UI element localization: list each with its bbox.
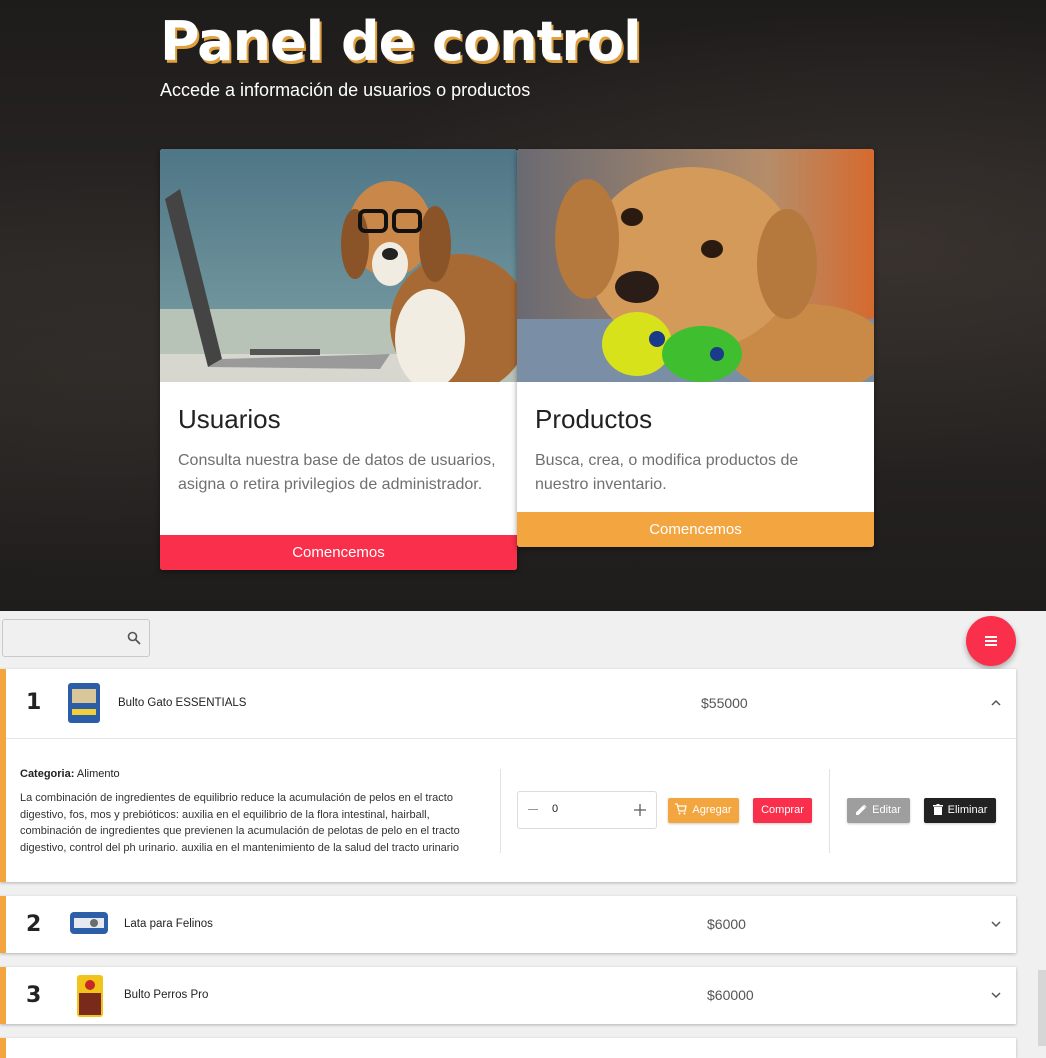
product-name: Lata para Felinos: [124, 918, 213, 930]
search-input[interactable]: [9, 628, 119, 648]
add-cart-icon: [675, 803, 688, 815]
plus-icon[interactable]: [634, 804, 646, 816]
product-detail: Categoria: Alimento La combinación de in…: [6, 738, 1016, 882]
pencil-icon: [856, 804, 867, 815]
minus-icon[interactable]: [528, 809, 538, 810]
search-box: [2, 619, 150, 657]
chevron-down-icon[interactable]: [990, 918, 1002, 930]
product-row: [0, 1038, 1016, 1058]
page-title: Panel de control: [160, 10, 642, 73]
product-number: 3: [26, 983, 42, 1008]
scrollbar[interactable]: [1038, 970, 1046, 1046]
product-thumbnail: [68, 683, 100, 723]
product-description: La combinación de ingredientes de equili…: [20, 792, 460, 854]
card-productos: Productos Busca, crea, o modifica produc…: [517, 149, 874, 547]
search-icon[interactable]: [127, 631, 141, 645]
product-row-header[interactable]: 1 Bulto Gato ESSENTIALS $55000: [6, 669, 1016, 738]
product-number: 1: [26, 690, 42, 715]
card-image-beagle: [160, 149, 517, 382]
card-title: Productos: [535, 404, 653, 434]
product-price: $55000: [701, 695, 748, 711]
menu-icon-line: [985, 644, 997, 646]
product-row-header[interactable]: 2 Lata para Felinos $6000: [6, 896, 1016, 953]
chevron-down-icon[interactable]: [990, 989, 1002, 1001]
edit-label: Editar: [872, 804, 901, 816]
buy-button[interactable]: Comprar: [753, 798, 812, 823]
card-usuarios: Usuarios Consulta nuestra base de datos …: [160, 149, 517, 570]
product-row: 1 Bulto Gato ESSENTIALS $55000 Categoria…: [0, 669, 1016, 882]
quantity-stepper: 0: [517, 791, 657, 829]
category-value: Alimento: [76, 768, 120, 780]
product-thumbnail: [77, 975, 103, 1017]
category-label: Categoria:: [20, 768, 75, 780]
quantity-value[interactable]: 0: [552, 803, 558, 815]
product-row: 3 Bulto Perros Pro $60000: [0, 967, 1016, 1024]
usuarios-start-button[interactable]: Comencemos: [160, 535, 517, 570]
menu-icon: [985, 636, 997, 638]
menu-icon-line: [985, 640, 997, 642]
product-name: Bulto Gato ESSENTIALS: [118, 697, 247, 709]
chevron-up-icon[interactable]: [990, 697, 1002, 709]
product-price: $6000: [707, 916, 746, 932]
product-number: 2: [26, 912, 42, 937]
edit-button[interactable]: Editar: [847, 798, 910, 823]
page-subtitle: Accede a información de usuarios o produ…: [160, 80, 531, 100]
delete-button[interactable]: Eliminar: [924, 798, 996, 823]
divider: [829, 769, 830, 853]
productos-start-button[interactable]: Comencemos: [517, 512, 874, 547]
card-text: Busca, crea, o modifica productos de nue…: [535, 452, 799, 493]
hero-banner: Panel de control Accede a información de…: [0, 0, 1046, 611]
product-name: Bulto Perros Pro: [124, 989, 209, 1001]
card-title: Usuarios: [178, 404, 281, 434]
trash-icon: [932, 804, 943, 815]
add-label: Agregar: [692, 804, 732, 816]
card-text: Consulta nuestra base de datos de usuari…: [178, 452, 496, 493]
product-thumbnail: [70, 912, 108, 934]
product-row: 2 Lata para Felinos $6000: [0, 896, 1016, 953]
divider: [500, 769, 501, 853]
product-row-header[interactable]: 3 Bulto Perros Pro $60000: [6, 967, 1016, 1024]
product-price: $60000: [707, 987, 754, 1003]
add-to-cart-button[interactable]: Agregar: [668, 798, 739, 823]
delete-label: Eliminar: [947, 804, 988, 816]
product-category: Categoria: Alimento: [20, 768, 120, 780]
card-image-puppy: [517, 149, 874, 382]
menu-fab-button[interactable]: [966, 616, 1016, 666]
